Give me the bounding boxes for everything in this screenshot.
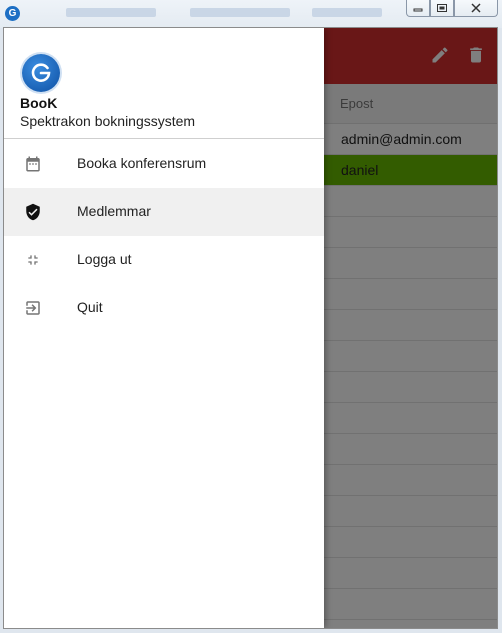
minimize-button[interactable] <box>406 0 430 17</box>
window-controls <box>406 0 498 17</box>
fullscreen-exit-icon <box>23 250 43 270</box>
blurred-tab <box>190 8 290 17</box>
minimize-icon <box>413 8 423 12</box>
menu-item-label: Medlemmar <box>77 203 151 219</box>
menu-item-label: Quit <box>77 299 103 315</box>
exit-to-app-icon <box>23 298 43 318</box>
close-button[interactable] <box>454 0 498 17</box>
shield-check-icon <box>23 202 43 222</box>
blurred-tab <box>312 8 382 17</box>
menu-item-booka[interactable]: Booka konferensrum <box>4 140 324 188</box>
menu-item-quit[interactable]: Quit <box>4 284 324 332</box>
drawer-title: BooK <box>20 95 58 111</box>
close-icon <box>471 3 481 13</box>
navigation-drawer: BooK Spektrakon bokningssystem Booka kon… <box>4 28 324 628</box>
menu-item-label: Logga ut <box>77 251 132 267</box>
menu-item-medlemmar[interactable]: Medlemmar <box>4 188 324 236</box>
g-logo-icon <box>31 63 51 82</box>
drawer-header: BooK Spektrakon bokningssystem <box>4 28 324 139</box>
window-titlebar: G <box>0 0 502 28</box>
app-logo <box>22 54 60 92</box>
app-window: Epost admin@admin.comdaniel BooK Spektra… <box>3 27 498 629</box>
app-icon: G <box>5 6 20 21</box>
restore-button[interactable] <box>430 0 454 17</box>
drawer-subtitle: Spektrakon bokningssystem <box>20 113 196 129</box>
menu-item-label: Booka konferensrum <box>77 155 207 171</box>
calendar-icon <box>23 154 43 174</box>
restore-icon <box>437 4 447 12</box>
menu-item-logga-ut[interactable]: Logga ut <box>4 236 324 284</box>
blurred-tab <box>66 8 156 17</box>
